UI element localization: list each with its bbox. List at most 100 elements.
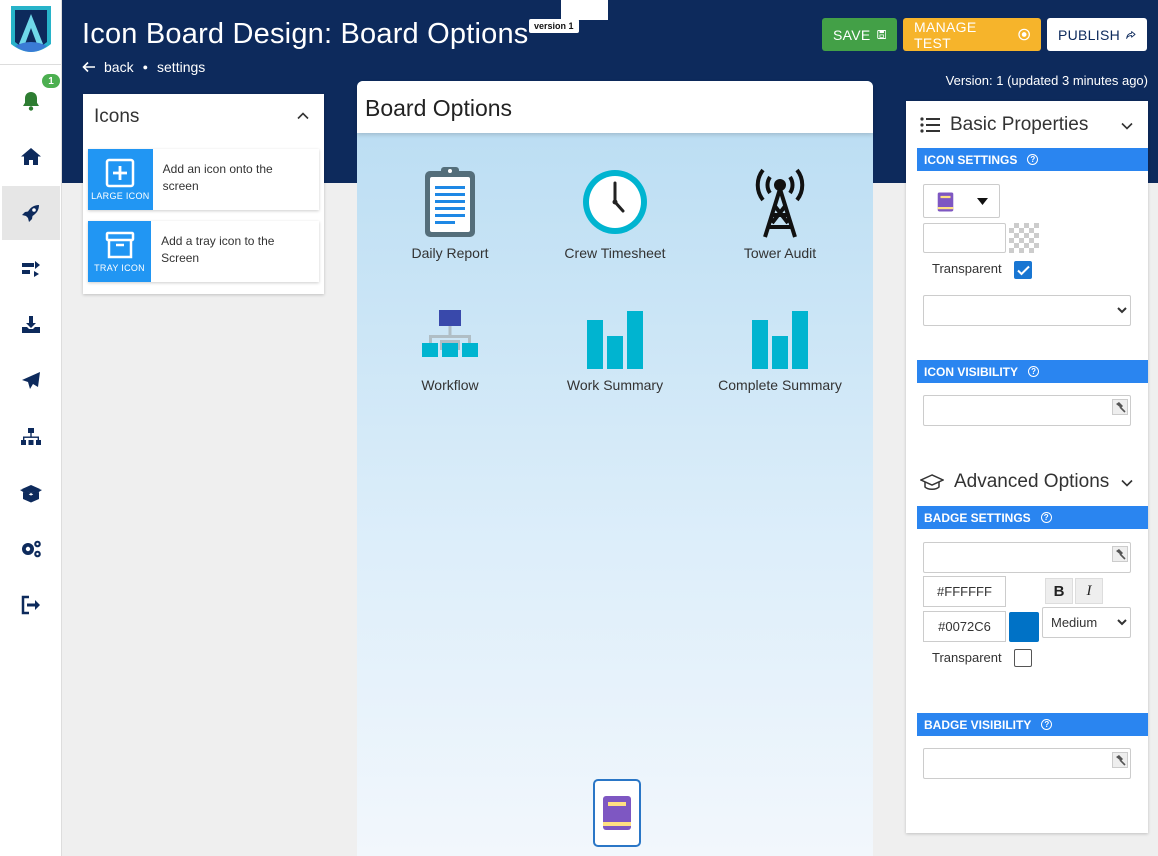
breadcrumb-current: settings: [157, 59, 206, 75]
chevron-down-icon[interactable]: [1120, 476, 1134, 490]
tray-icon-tool-badge-label: TRAY ICON: [94, 263, 145, 273]
nav-home[interactable]: [2, 130, 60, 184]
share-icon: [1126, 30, 1136, 39]
back-link[interactable]: back: [82, 59, 134, 75]
tile-complete-summary[interactable]: Complete Summary: [700, 309, 860, 393]
badge-text-field[interactable]: [924, 543, 1130, 572]
tile-tower-audit[interactable]: Tower Audit: [700, 165, 860, 261]
nav-send[interactable]: [2, 354, 60, 408]
board-header: Board Options: [357, 81, 873, 133]
check-icon: [1016, 265, 1030, 275]
badge-visibility-bar: BADGE VISIBILITY ?: [917, 713, 1148, 736]
book-icon: [603, 796, 631, 830]
nav-launch[interactable]: [2, 186, 60, 240]
transparent-swatch: [1009, 223, 1039, 253]
icon-picker[interactable]: [923, 184, 1000, 218]
help-icon[interactable]: ?: [1028, 366, 1040, 377]
chevron-down-icon[interactable]: [1120, 119, 1134, 133]
badge-visibility-text[interactable]: [924, 749, 1130, 778]
tile-work-summary[interactable]: Work Summary: [535, 309, 695, 393]
italic-button[interactable]: I: [1075, 578, 1103, 604]
chevron-up-icon[interactable]: [296, 109, 310, 123]
hammer-icon[interactable]: [1112, 752, 1128, 768]
basic-properties-header[interactable]: Basic Properties: [920, 114, 1088, 136]
help-icon[interactable]: ?: [1041, 719, 1053, 730]
icon-color-input[interactable]: [923, 223, 1006, 253]
record-icon: [1018, 28, 1030, 41]
advanced-options-title: Advanced Options: [954, 471, 1110, 492]
tray-icon-tool[interactable]: TRAY ICON Add a tray icon to the Screen: [88, 221, 319, 282]
tile-label: Work Summary: [566, 377, 664, 393]
icon-visibility-text[interactable]: [924, 396, 1130, 425]
tile-label: Crew Timesheet: [564, 245, 666, 261]
tray-icon-slot[interactable]: [593, 779, 641, 847]
large-icon-tool-description: Add an icon onto the screen: [162, 162, 273, 193]
floppy-disk-icon: [876, 30, 886, 39]
nav-settings[interactable]: [2, 522, 60, 576]
icon-style-dropdown[interactable]: [924, 296, 1130, 325]
nav-download[interactable]: [2, 298, 60, 352]
icon-visibility-title: ICON VISIBILITY: [924, 364, 1019, 379]
hammer-icon[interactable]: [1112, 399, 1128, 415]
tile-workflow[interactable]: Workflow: [370, 307, 530, 393]
badge-bg-color-swatch[interactable]: [1009, 612, 1039, 642]
app-logo[interactable]: [5, 4, 57, 62]
save-button[interactable]: SAVE: [822, 18, 897, 51]
nav-hierarchy[interactable]: [2, 410, 60, 464]
arrow-left-icon: [82, 61, 95, 73]
bold-button[interactable]: B: [1045, 578, 1073, 604]
list-icon: [920, 117, 940, 133]
badge-transparent-checkbox[interactable]: [1014, 649, 1032, 667]
badge-text-input[interactable]: [923, 542, 1131, 573]
tile-label: Daily Report: [411, 245, 489, 261]
transparent-checkbox[interactable]: [1014, 261, 1032, 279]
badge-settings-bar: BADGE SETTINGS ?: [917, 506, 1148, 529]
properties-panel: Basic Properties ICON SETTINGS ? Transpa…: [906, 101, 1148, 833]
icon-visibility-input[interactable]: [923, 395, 1131, 426]
badge-bg-color-field[interactable]: #0072C6: [923, 611, 1006, 642]
tile-label: Tower Audit: [743, 245, 817, 261]
badge-size-dropdown[interactable]: Medium: [1043, 608, 1130, 637]
download-tray-icon: [22, 316, 40, 333]
help-icon[interactable]: ?: [1040, 512, 1052, 523]
large-icon-tool[interactable]: LARGE ICON Add an icon onto the screen: [88, 149, 319, 210]
tile-label: Workflow: [421, 377, 479, 393]
icons-panel-title: Icons: [94, 106, 140, 127]
rocket-icon: [22, 205, 39, 222]
tile-crew-timesheet[interactable]: Crew Timesheet: [535, 165, 695, 261]
badge-visibility-input[interactable]: [923, 748, 1131, 779]
nav-packages[interactable]: [2, 466, 60, 520]
board-canvas: Board Options Daily Report Crew Timeshee…: [357, 81, 873, 856]
manage-test-button[interactable]: MANAGE TEST: [903, 18, 1041, 51]
badge-size-select[interactable]: Medium: [1042, 607, 1131, 638]
icon-style-select[interactable]: [923, 295, 1131, 326]
open-box-icon: [20, 485, 42, 503]
nav-transfer[interactable]: [2, 242, 60, 296]
clock-icon: [583, 170, 647, 234]
tile-label: Complete Summary: [718, 377, 842, 393]
badge-text-color-field[interactable]: #FFFFFF: [923, 576, 1006, 607]
advanced-options-header[interactable]: Advanced Options: [920, 471, 1109, 493]
graduation-cap-icon: [920, 474, 944, 490]
help-icon[interactable]: ?: [1027, 154, 1039, 165]
icons-panel: Icons LARGE ICON Add an icon onto the sc…: [83, 94, 324, 294]
tower-icon: [755, 168, 805, 238]
nav-sign-out[interactable]: [2, 578, 60, 632]
nav-divider: [0, 64, 62, 65]
version-badge: version 1: [529, 19, 579, 33]
large-icon-tool-badge-label: LARGE ICON: [91, 191, 150, 201]
bar-chart-icon: [752, 311, 808, 369]
nav-notifications[interactable]: [2, 74, 60, 128]
icon-color-text[interactable]: [924, 224, 1005, 252]
sidebar-nav: 1: [0, 0, 62, 856]
org-chart-icon: [21, 428, 41, 445]
tile-daily-report[interactable]: Daily Report: [370, 165, 530, 261]
badge-visibility-title: BADGE VISIBILITY: [924, 717, 1032, 732]
back-link-label: back: [104, 59, 134, 75]
gears-icon: [22, 540, 41, 558]
publish-button[interactable]: PUBLISH: [1047, 18, 1147, 51]
home-icon: [21, 148, 41, 165]
hammer-icon[interactable]: [1112, 546, 1128, 562]
tray-icon-tool-badge: TRAY ICON: [88, 221, 152, 282]
breadcrumb: back ● settings: [82, 59, 205, 75]
